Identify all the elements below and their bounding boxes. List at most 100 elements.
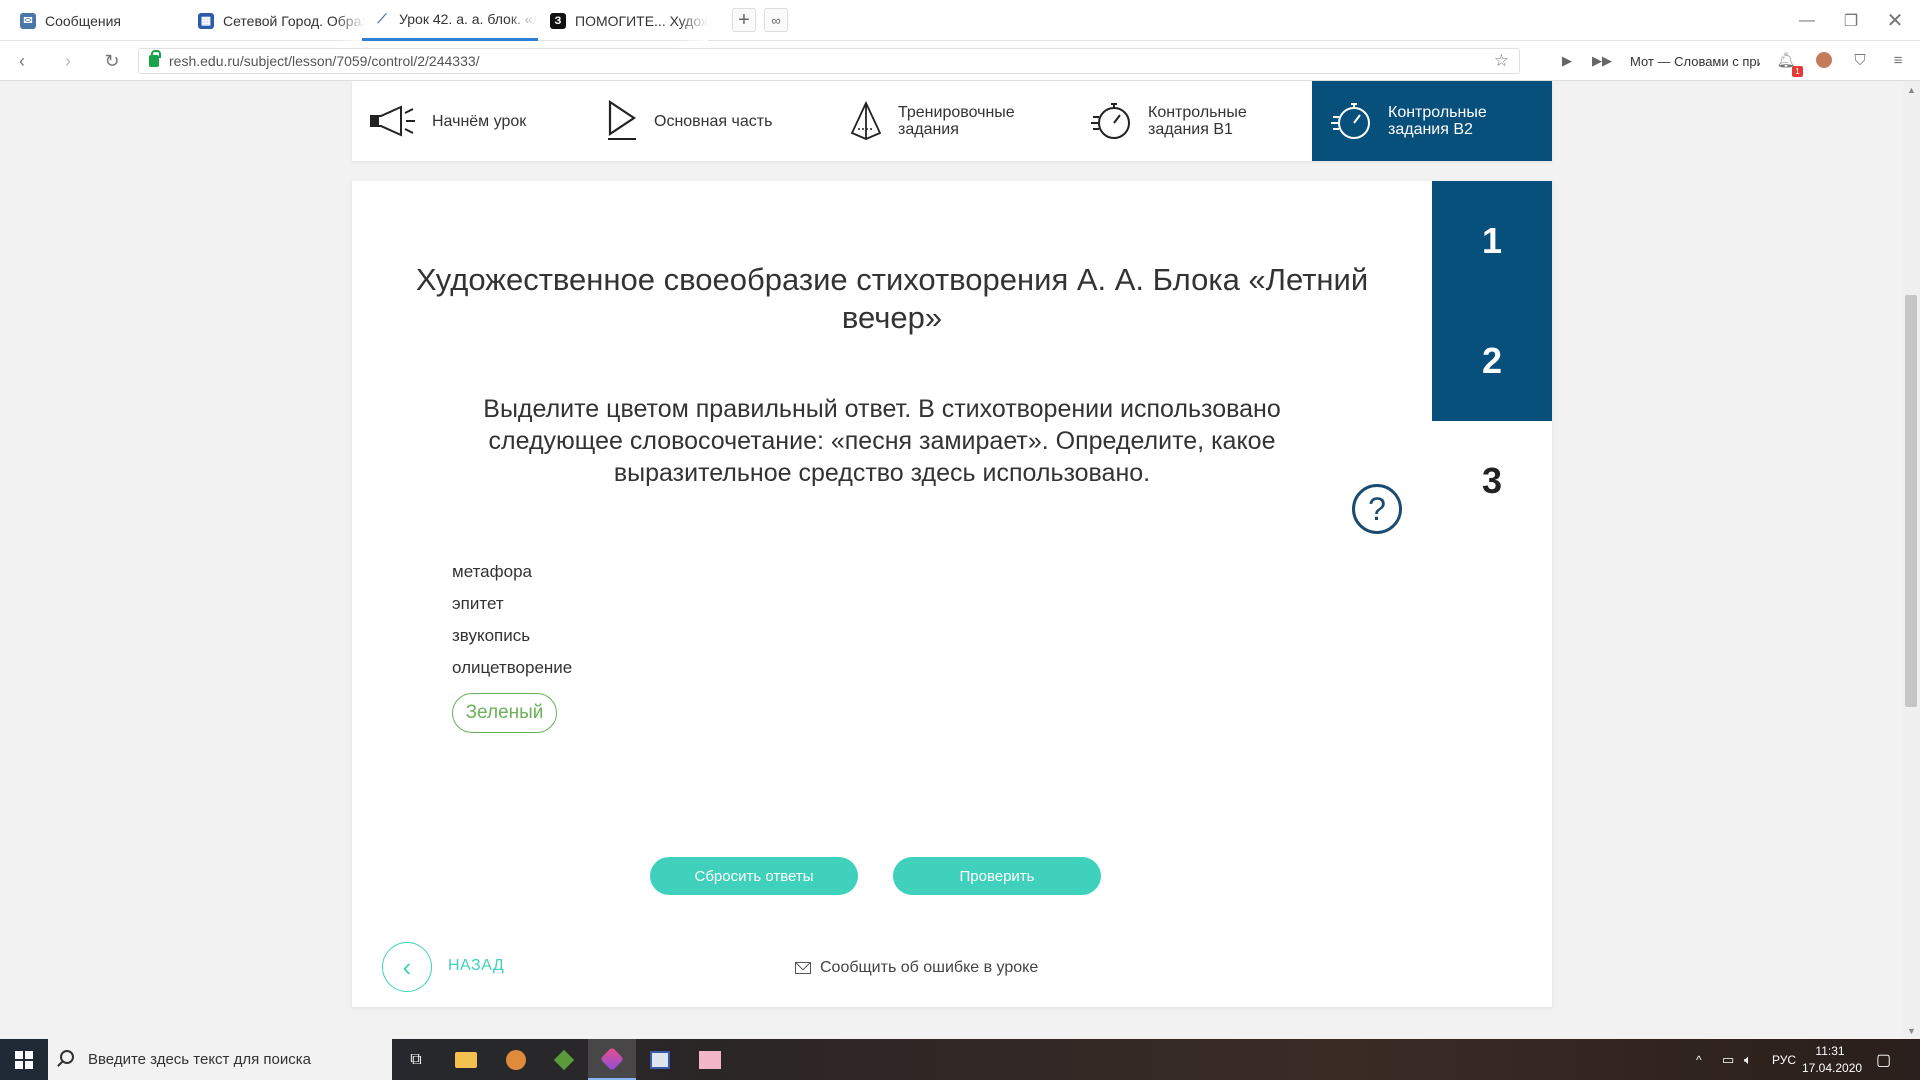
arrow-right-icon: › (65, 50, 71, 71)
check-button[interactable]: Проверить (893, 857, 1101, 895)
help-button[interactable]: ? (1352, 484, 1402, 534)
task-view-icon: ⧉ (410, 1050, 422, 1068)
profile-button[interactable] (1814, 50, 1834, 70)
protect-button[interactable]: ⛉ (1850, 50, 1870, 70)
taskbar-search[interactable]: Введите здесь текст для поиска (48, 1039, 392, 1080)
question-number-3[interactable]: 3 (1432, 421, 1552, 541)
volume-icon[interactable]: 🔈︎ (1744, 1039, 1752, 1080)
lesson-nav-main[interactable]: Основная часть (604, 81, 804, 161)
hamburger-icon: ≡ (1893, 51, 1903, 69)
now-playing-text: Мот — Словами с прие (1630, 53, 1760, 69)
report-error-label: Сообщить об ошибке в уроке (820, 959, 1039, 976)
reload-icon: ↻ (104, 50, 120, 71)
glasses-icon: ∞ (771, 12, 781, 28)
question-number-2[interactable]: 2 (1432, 301, 1552, 421)
question-text: Выделите цветом правильный ответ. В стих… (483, 395, 1281, 487)
scrollbar-thumb[interactable] (1905, 295, 1917, 707)
bookmark-star-icon[interactable]: ☆ (1494, 51, 1509, 71)
scroll-up-arrow-icon[interactable]: ▲ (1904, 83, 1919, 97)
url-field[interactable]: resh.edu.ru/subject/lesson/7059/control/… (138, 48, 1520, 74)
explorer-app[interactable] (442, 1039, 490, 1080)
lesson-nav-control-b1[interactable]: Контрольные задания В1 (1090, 81, 1310, 161)
browser-tab-bar: ✉ Сообщения ▦ Сетевой Город. Образ ⟋ Уро… (0, 0, 1920, 41)
tab-messages[interactable]: ✉ Сообщения (8, 0, 188, 41)
browser-menu-button[interactable]: ≡ (1888, 50, 1908, 70)
answer-option[interactable]: олицетворение (452, 652, 572, 684)
reload-button[interactable]: ↻ (100, 49, 124, 73)
clock[interactable]: 11:31 17.04.2020 (1802, 1043, 1863, 1077)
app-chart[interactable] (636, 1039, 684, 1080)
lesson-nav-start[interactable]: Начнём урок (366, 81, 566, 161)
chevron-left-icon: ‹ (402, 951, 412, 982)
back-nav-button[interactable]: ‹ (10, 49, 34, 73)
minecraft-app[interactable] (540, 1039, 588, 1080)
lesson-nav-control-b2[interactable]: Контрольные задания В2 (1312, 81, 1552, 161)
znanija-icon: З (550, 12, 566, 29)
pyramid-icon (848, 99, 884, 143)
tab-netcity[interactable]: ▦ Сетевой Город. Образ (186, 0, 366, 41)
action-center-icon[interactable]: ▢ (1876, 1039, 1891, 1080)
browser-gem-icon (599, 1046, 625, 1071)
lesson-nav-label: Контрольные задания В2 (1388, 104, 1487, 138)
new-tab-button[interactable]: + (732, 8, 756, 32)
lesson-nav-label: Тренировочные задания (898, 104, 1015, 138)
picture-icon (699, 1050, 721, 1069)
face-icon (506, 1049, 526, 1070)
answer-option[interactable]: эпитет (452, 588, 572, 620)
cube-icon (553, 1049, 575, 1070)
restore-button[interactable]: ❐ (1828, 0, 1874, 41)
close-icon: ✕ (1886, 10, 1904, 32)
restore-icon: ❐ (1843, 12, 1859, 30)
scroll-down-arrow-icon[interactable]: ▼ (1904, 1024, 1919, 1038)
now-playing[interactable]: Мот — Словами с прие (1630, 41, 1760, 81)
play-icon: ▶ (1562, 53, 1572, 68)
green-color-button[interactable]: Зеленый (452, 693, 557, 733)
taskbar: Введите здесь текст для поиска ⧉ ^ ▭ 🔈︎ … (0, 1039, 1920, 1080)
windows-logo-icon (15, 1050, 33, 1069)
lesson-nav-training[interactable]: Тренировочные задания (848, 81, 1048, 161)
lock-icon (149, 50, 161, 67)
minimize-button[interactable]: — (1784, 0, 1830, 41)
avatar (1816, 52, 1832, 68)
report-error-link[interactable]: Сообщить об ошибке в уроке (795, 959, 1038, 977)
answer-option[interactable]: звукопись (452, 620, 572, 652)
arrow-left-icon: ‹ (19, 50, 25, 71)
fast-forward-icon: ▶▶ (1592, 53, 1612, 68)
notification-badge: 1 (1792, 66, 1803, 77)
network-icon[interactable]: ▭ (1722, 1039, 1734, 1080)
search-placeholder: Введите здесь текст для поиска (88, 1051, 311, 1068)
folder-icon (455, 1051, 477, 1068)
task-view-button[interactable]: ⧉ (392, 1039, 440, 1080)
app-anime[interactable] (686, 1039, 734, 1080)
language-indicator[interactable]: РУС (1772, 1039, 1796, 1080)
chart-window-icon (650, 1050, 670, 1069)
shield-icon: ⛉ (1854, 51, 1866, 69)
answer-option[interactable]: метафора (452, 556, 572, 588)
browser-app[interactable] (588, 1039, 636, 1080)
forward-nav-button[interactable]: › (56, 49, 80, 73)
media-next-button[interactable]: ▶▶ (1592, 51, 1612, 71)
tab-lesson[interactable]: ⟋ Урок 42. а. а. блок. «ле (362, 0, 538, 41)
play-icon (604, 99, 640, 143)
lesson-nav-label: Контрольные задания В1 (1148, 104, 1247, 138)
stopwatch-icon (1330, 99, 1374, 143)
tab-znanija[interactable]: З ПОМОГИТЕ... Художес (538, 0, 708, 41)
app-face[interactable] (492, 1039, 540, 1080)
lesson-nav-label: Основная часть (654, 112, 773, 130)
close-window-button[interactable]: ✕ (1872, 0, 1918, 41)
question-number-1[interactable]: 1 (1432, 181, 1552, 301)
minimize-icon: — (1799, 11, 1815, 29)
start-button[interactable] (0, 1039, 48, 1080)
incognito-button[interactable]: ∞ (764, 8, 788, 32)
media-play-button[interactable]: ▶ (1562, 51, 1572, 71)
back-button[interactable]: ‹ (382, 942, 432, 992)
clock-date: 17.04.2020 (1802, 1061, 1863, 1075)
tray-overflow[interactable]: ^ (1696, 1039, 1702, 1080)
clock-time: 11:31 (1815, 1044, 1845, 1058)
answer-options: метафора эпитет звукопись олицетворение (452, 556, 572, 684)
reset-answers-button[interactable]: Сбросить ответы (650, 857, 858, 895)
netcity-icon: ▦ (198, 12, 214, 29)
back-link[interactable]: НАЗАД (448, 957, 504, 975)
megaphone-icon (366, 99, 418, 143)
lesson-nav-label: Начнём урок (432, 112, 527, 130)
